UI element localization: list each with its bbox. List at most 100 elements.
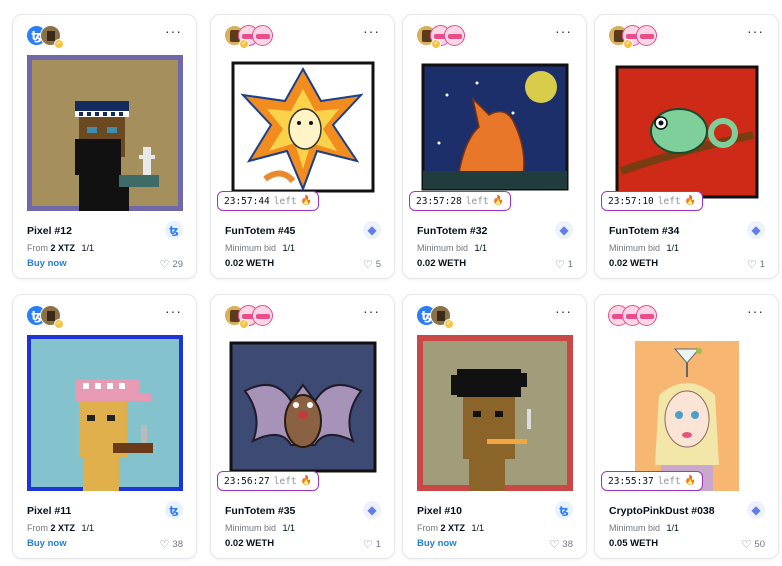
nft-title[interactable]: CryptoPinkDust #038: [609, 505, 715, 517]
verified-badge-icon: ✓: [54, 39, 64, 49]
verified-badge-icon: ✓: [239, 39, 249, 49]
price-row: Minimum bid 1/1: [225, 243, 295, 253]
ethereum-icon: ◆: [363, 501, 381, 519]
price-label: Minimum bid: [609, 523, 661, 533]
nft-title[interactable]: Pixel #11: [27, 505, 71, 517]
tezos-icon: ꜩ: [555, 501, 573, 519]
nft-title[interactable]: FunTotem #32: [417, 225, 487, 237]
like-button[interactable]: ♡ 5: [363, 258, 381, 271]
nft-card[interactable]: ꜩ ✓ ··· Pixel #10 ꜩ From 2 XTZ 1/1 Buy n…: [402, 294, 587, 559]
edition-count: 1/1: [474, 243, 488, 253]
bid-value: 0.02 WETH: [609, 258, 659, 269]
fire-icon: 🔥: [684, 476, 696, 486]
price-label: Minimum bid: [609, 243, 661, 253]
edition-count: 1/1: [471, 523, 485, 533]
nft-title[interactable]: Pixel #10: [417, 505, 462, 517]
price-row: Minimum bid 1/1: [609, 523, 679, 533]
fire-icon: 🔥: [300, 196, 312, 206]
tezos-icon: ꜩ: [165, 221, 183, 239]
like-button[interactable]: ♡ 1: [747, 258, 765, 271]
nft-artwork[interactable]: [417, 335, 573, 491]
more-options-icon[interactable]: ···: [747, 23, 764, 39]
price-label: Minimum bid: [225, 243, 277, 253]
price-label: From: [417, 523, 438, 533]
price-row: From 2 XTZ 1/1: [417, 523, 484, 533]
like-count: 29: [172, 259, 183, 270]
timer-value: 23:57:44: [224, 195, 270, 207]
tezos-icon: ꜩ: [165, 501, 183, 519]
more-options-icon[interactable]: ···: [165, 303, 182, 319]
price-row: Minimum bid 1/1: [417, 243, 487, 253]
nft-card[interactable]: ✓ ··· 23:56:27 left 🔥 FunTotem #35 ◆ Min…: [210, 294, 395, 559]
nft-artwork[interactable]: [609, 55, 765, 211]
more-options-icon[interactable]: ···: [165, 23, 182, 39]
timer-suffix: left: [465, 195, 489, 207]
nft-title[interactable]: FunTotem #35: [225, 505, 295, 517]
heart-icon: ♡: [362, 259, 373, 271]
price-row: From 2 XTZ 1/1: [27, 523, 94, 533]
verified-badge-icon: ✓: [431, 39, 441, 49]
auction-timer: 23:57:28 left 🔥: [409, 191, 511, 211]
nft-title[interactable]: FunTotem #34: [609, 225, 679, 237]
like-button[interactable]: ♡ 1: [555, 258, 573, 271]
nft-card[interactable]: ꜩ ✓ ··· Pixel #12 ꜩ From 2 XTZ 1/1 Buy n…: [12, 14, 197, 279]
edition-count: 1/1: [81, 523, 95, 533]
like-button[interactable]: ♡ 38: [160, 538, 183, 551]
owner-avatar[interactable]: [252, 25, 273, 46]
more-options-icon[interactable]: ···: [363, 23, 380, 39]
buy-now-link[interactable]: Buy now: [417, 538, 457, 549]
nft-card[interactable]: ꜩ ✓ ··· Pixel #11 ꜩ From 2 XTZ 1/1 Buy n…: [12, 294, 197, 559]
timer-value: 23:57:10: [608, 195, 654, 207]
nft-artwork[interactable]: [609, 335, 765, 491]
more-options-icon[interactable]: ···: [555, 303, 572, 319]
fire-icon: 🔥: [492, 196, 504, 206]
creator-avatars: ꜩ: [26, 305, 61, 327]
verified-badge-icon: ✓: [623, 39, 633, 49]
creator-avatars: [608, 305, 657, 327]
creator-avatars: ꜩ: [416, 305, 451, 327]
timer-suffix: left: [657, 195, 681, 207]
bid-value: 0.05 WETH: [609, 538, 659, 549]
nft-card[interactable]: ··· 23:55:37 left 🔥 CryptoPinkDust #038 …: [594, 294, 779, 559]
ethereum-icon: ◆: [747, 221, 765, 239]
nft-card[interactable]: ✓ ··· 23:57:28 left 🔥 FunTotem #32 ◆ Min…: [402, 14, 587, 279]
like-button[interactable]: ♡ 50: [742, 538, 765, 551]
nft-artwork[interactable]: [225, 55, 381, 211]
creator-avatars: ꜩ: [26, 25, 61, 47]
like-count: 1: [759, 259, 765, 270]
edition-count: 1/1: [666, 523, 680, 533]
auction-timer: 23:57:10 left 🔥: [601, 191, 703, 211]
bid-value: 0.02 WETH: [225, 538, 275, 549]
nft-artwork[interactable]: [417, 55, 573, 211]
buy-now-link[interactable]: Buy now: [27, 258, 67, 269]
owner-avatar[interactable]: [444, 25, 465, 46]
nft-artwork[interactable]: [225, 335, 381, 491]
nft-card[interactable]: ✓ ··· 23:57:10 left 🔥 FunTotem #34 ◆ Min…: [594, 14, 779, 279]
buy-now-link[interactable]: Buy now: [27, 538, 67, 549]
owner-avatar[interactable]: [636, 25, 657, 46]
heart-icon: ♡: [159, 259, 170, 271]
bid-value: 0.02 WETH: [417, 258, 467, 269]
nft-artwork[interactable]: [27, 335, 183, 491]
like-count: 38: [172, 539, 183, 550]
like-button[interactable]: ♡ 1: [363, 538, 381, 551]
more-options-icon[interactable]: ···: [555, 23, 572, 39]
nft-card[interactable]: ✓ ··· 23:57:44 left 🔥 FunTotem #45 ◆ Min…: [210, 14, 395, 279]
edition-count: 1/1: [81, 243, 95, 253]
ethereum-icon: ◆: [363, 221, 381, 239]
heart-icon: ♡: [362, 539, 373, 551]
owner-avatar[interactable]: [252, 305, 273, 326]
edition-count: 1/1: [666, 243, 680, 253]
more-options-icon[interactable]: ···: [363, 303, 380, 319]
like-button[interactable]: ♡ 29: [160, 258, 183, 271]
nft-title[interactable]: FunTotem #45: [225, 225, 295, 237]
more-options-icon[interactable]: ···: [747, 303, 764, 319]
price-label: Minimum bid: [417, 243, 469, 253]
nft-title[interactable]: Pixel #12: [27, 225, 72, 237]
timer-value: 23:55:37: [608, 475, 654, 487]
owner-avatar[interactable]: [636, 305, 657, 326]
like-button[interactable]: ♡ 38: [550, 538, 573, 551]
verified-badge-icon: ✓: [444, 319, 454, 329]
heart-icon: ♡: [159, 539, 170, 551]
nft-artwork[interactable]: [27, 55, 183, 211]
